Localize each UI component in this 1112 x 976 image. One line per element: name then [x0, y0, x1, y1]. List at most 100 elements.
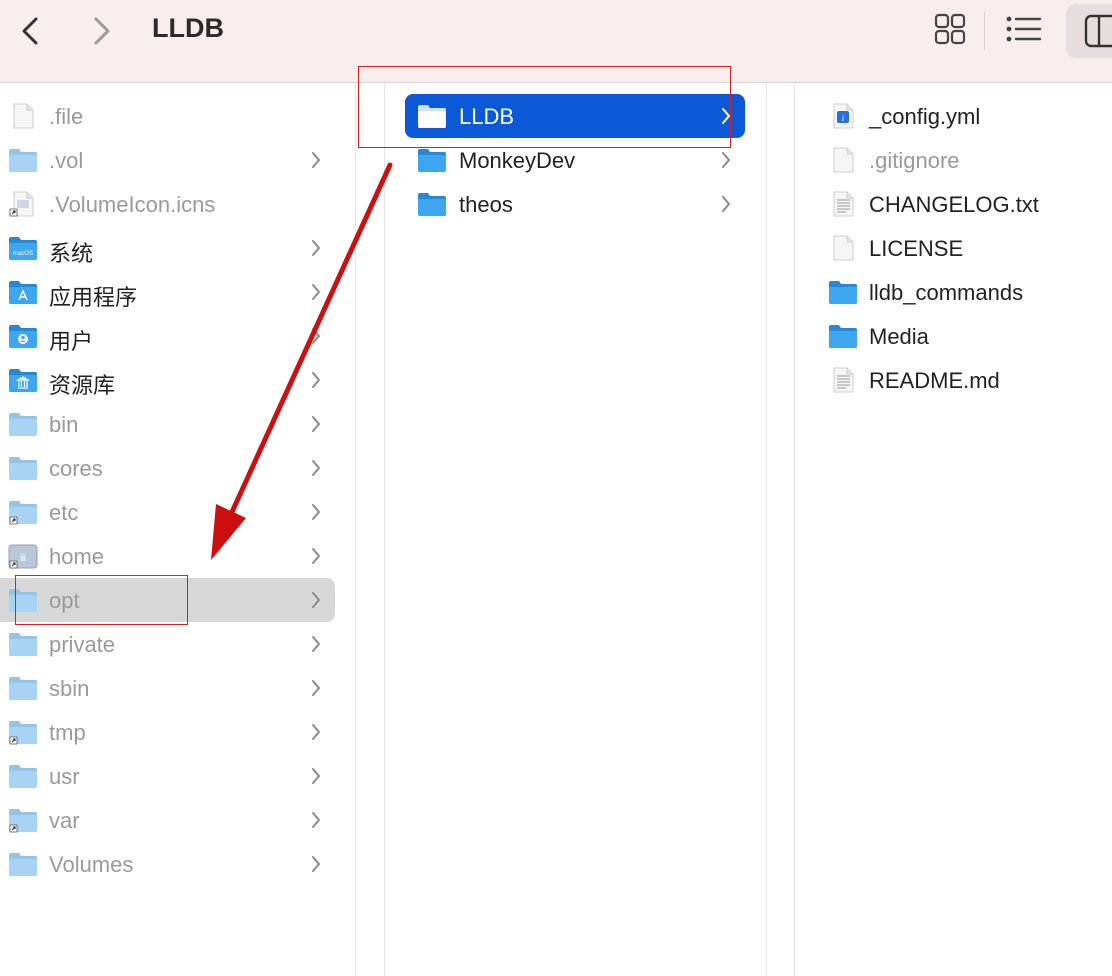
back-button[interactable]	[14, 14, 48, 48]
applications-folder-icon	[8, 279, 38, 305]
list-item[interactable]: lldb_commands	[794, 270, 1112, 314]
home-alias-icon: ⅲ	[8, 543, 38, 569]
item-label: Media	[869, 324, 929, 349]
list-item[interactable]: usr	[0, 754, 355, 798]
folder-icon	[417, 147, 447, 173]
list-item[interactable]: LICENSE	[794, 226, 1112, 270]
item-label: cores	[49, 456, 103, 481]
list-view-icon	[1006, 16, 1042, 42]
item-label: .VolumeIcon.icns	[49, 192, 216, 217]
svg-text:ⅲ: ⅲ	[20, 553, 26, 564]
list-item[interactable]: private	[0, 622, 355, 666]
item-label: Volumes	[49, 852, 134, 877]
system-folder-icon: macOS	[8, 235, 38, 261]
chevron-right-icon	[310, 238, 322, 258]
root-column: .file .vol .VolumeIcon.icns macOS 系统 应用程序…	[0, 83, 355, 976]
grid-view-icon	[934, 13, 966, 45]
list-item[interactable]: Media	[794, 314, 1112, 358]
chevron-right-icon	[720, 194, 732, 214]
toolbar-separator	[984, 12, 985, 50]
list-item[interactable]: cores	[0, 446, 355, 490]
chevron-right-icon	[310, 590, 322, 610]
list-item[interactable]: bin	[0, 402, 355, 446]
list-item[interactable]: tmp	[0, 710, 355, 754]
list-item[interactable]: 资源库	[0, 358, 355, 402]
text-file-icon	[828, 191, 858, 217]
svg-text:macOS: macOS	[13, 251, 33, 257]
alias-folder-icon	[8, 807, 38, 833]
folder-icon	[8, 411, 38, 437]
document-icon	[8, 103, 38, 129]
list-item[interactable]: ⅲ home	[0, 534, 355, 578]
text-file-icon	[828, 367, 858, 393]
list-item[interactable]: .gitignore	[794, 138, 1112, 182]
folder-icon	[8, 851, 38, 877]
item-label: 应用程序	[49, 285, 138, 310]
column-divider	[384, 83, 385, 976]
forward-button[interactable]	[84, 14, 118, 48]
item-label: CHANGELOG.txt	[869, 192, 1039, 217]
document-icon	[828, 147, 858, 173]
list-item[interactable]: sbin	[0, 666, 355, 710]
folder-icon	[8, 147, 38, 173]
folder-icon	[8, 455, 38, 481]
list-item[interactable]: etc	[0, 490, 355, 534]
window-title: LLDB	[152, 13, 224, 43]
chevron-right-icon	[310, 150, 322, 170]
item-label: tmp	[49, 720, 86, 745]
chevron-right-icon	[720, 150, 732, 170]
item-label: .file	[49, 104, 84, 129]
chevron-right-icon	[310, 766, 322, 786]
item-label: bin	[49, 412, 79, 437]
item-label: 系统	[49, 241, 94, 266]
list-item[interactable]: .VolumeIcon.icns	[0, 182, 355, 226]
list-item[interactable]: theos	[384, 182, 766, 226]
item-label: MonkeyDev	[459, 148, 576, 173]
chevron-right-icon	[310, 854, 322, 874]
alias-folder-icon	[8, 719, 38, 745]
list-item[interactable]: .file	[0, 94, 355, 138]
list-item[interactable]: Volumes	[0, 842, 355, 886]
opt-column: LLDB MonkeyDev theos	[384, 83, 766, 976]
chevron-right-icon	[310, 634, 322, 654]
list-item[interactable]: .vol	[0, 138, 355, 182]
item-label: private	[49, 632, 116, 657]
list-item[interactable]: 应用程序	[0, 270, 355, 314]
yml-file-icon: i	[828, 103, 858, 129]
item-label: home	[49, 544, 105, 569]
alias-folder-icon	[8, 499, 38, 525]
list-item[interactable]: var	[0, 798, 355, 842]
item-label: LICENSE	[869, 236, 964, 261]
list-item[interactable]: README.md	[794, 358, 1112, 402]
annotation-box-lldb	[358, 66, 731, 148]
chevron-right-icon	[310, 678, 322, 698]
lldb-column: i _config.yml .gitignore CHANGELOG.txt LI…	[794, 83, 1112, 976]
chevron-right-icon	[310, 722, 322, 742]
chevron-right-icon	[310, 326, 322, 346]
column-view-icon	[1084, 14, 1112, 48]
chevron-right-icon	[310, 546, 322, 566]
column-view-button[interactable]	[1066, 4, 1112, 58]
column-divider[interactable]	[355, 83, 356, 976]
list-item[interactable]: 用户	[0, 314, 355, 358]
list-item[interactable]: i _config.yml	[794, 94, 1112, 138]
item-label: lldb_commands	[869, 280, 1024, 305]
item-label: etc	[49, 500, 79, 525]
folder-icon	[828, 279, 858, 305]
item-label: .vol	[49, 148, 84, 173]
item-label: usr	[49, 764, 80, 789]
chevron-right-icon	[310, 370, 322, 390]
list-item[interactable]: CHANGELOG.txt	[794, 182, 1112, 226]
list-view-button[interactable]	[1004, 12, 1044, 51]
grid-view-button[interactable]	[933, 12, 967, 51]
list-item[interactable]: macOS 系统	[0, 226, 355, 270]
annotation-box-opt	[15, 575, 188, 625]
alias-file-icon	[8, 191, 38, 217]
folder-icon	[8, 763, 38, 789]
folder-icon	[8, 675, 38, 701]
chevron-right-icon	[310, 414, 322, 434]
folder-icon	[828, 323, 858, 349]
item-label: README.md	[869, 368, 1000, 393]
column-divider[interactable]	[766, 83, 767, 976]
users-folder-icon	[8, 323, 38, 349]
